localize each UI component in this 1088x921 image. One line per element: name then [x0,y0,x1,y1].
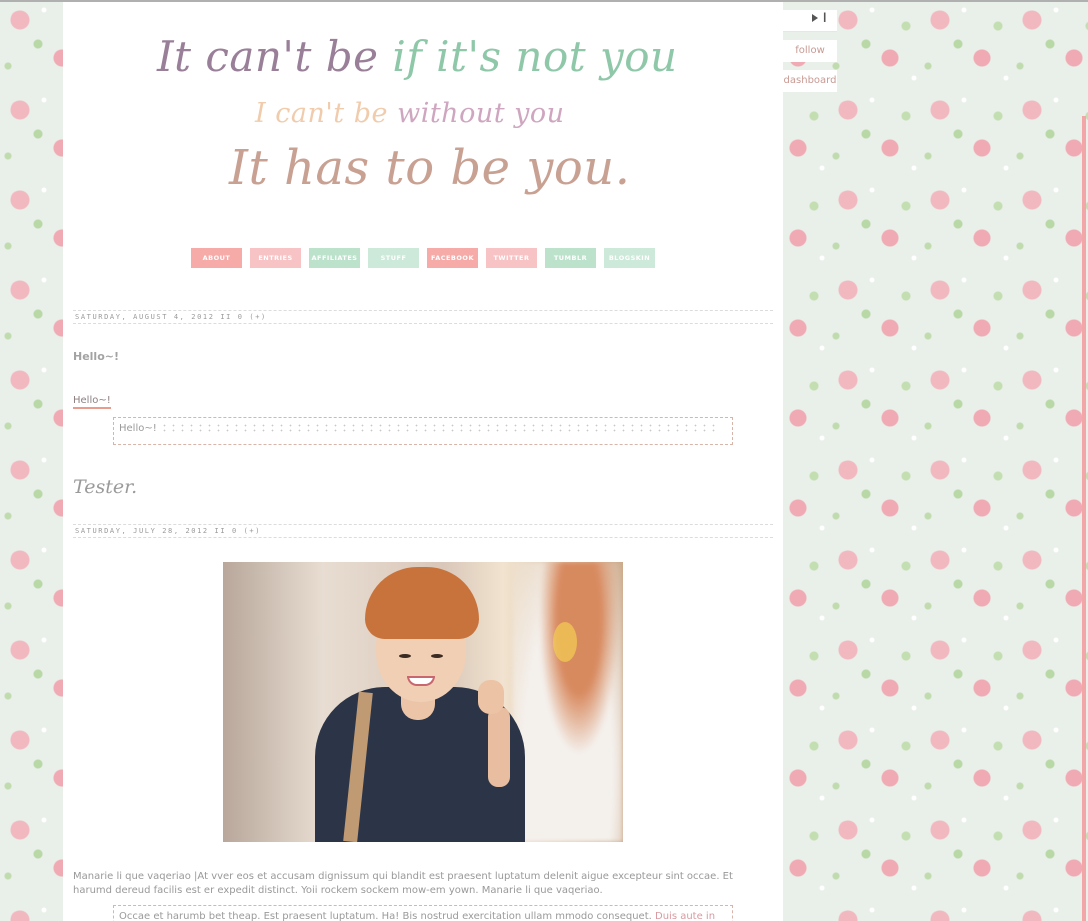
follow-button[interactable]: follow [783,40,837,62]
blog-content: It can't be if it's not you I can't be w… [63,2,783,921]
post-quote: Hello~! [113,417,733,445]
nav-blogskin[interactable]: BLOGSKIN [604,248,655,268]
sidebar-widget: ▎ follow dashboard [783,10,837,92]
header-line-3: It has to be you. [229,140,631,196]
quote-dots-decoration [159,423,720,433]
header-line-2b: without you [397,98,565,129]
nav-stuff[interactable]: STUFF [368,248,419,268]
photo-hair [365,567,479,639]
post-subheading: Hello~! [73,395,111,409]
post-quote-link[interactable]: Duis aute in [655,911,715,921]
right-edge-stripe [1082,116,1086,921]
photo-background-person [513,562,623,842]
post-quote-text: Occae et harumb bet theap. Est praesent … [119,911,652,921]
post-photo [223,562,623,842]
blog-header: It can't be if it's not you I can't be w… [63,2,783,302]
header-line-1b: if it's not you [392,32,678,81]
post-title[interactable]: Hello~! [73,350,119,363]
post-date: SATURDAY, JULY 28, 2012 II 0 (+) [73,524,773,538]
header-line-1a: It can't be [157,32,379,81]
nav-tumblr[interactable]: TUMBLR [545,248,596,268]
nav-facebook[interactable]: FACEBOOK [427,248,478,268]
tester-heading: Tester. [73,476,138,498]
post-date: SATURDAY, AUGUST 4, 2012 II 0 (+) [73,310,773,324]
photo-eye [431,654,443,658]
header-line-1: It can't be if it's not you [157,32,678,81]
nav-affiliates[interactable]: AFFILIATES [309,248,360,268]
nav-about[interactable]: ABOUT [191,248,242,268]
nav-entries[interactable]: ENTRIES [250,248,301,268]
photo-hand [478,680,504,714]
dashboard-button[interactable]: dashboard [783,70,837,92]
nav-bar: ABOUT ENTRIES AFFILIATES STUFF FACEBOOK TWITT… [191,248,655,268]
nav-twitter[interactable]: TWITTER [486,248,537,268]
header-line-2a: I can't be [255,98,388,129]
header-line-2: I can't be without you [255,98,565,129]
post-body: Manarie li que vaqeriao |At vver eos et … [73,871,733,896]
music-player: ▎ [783,10,837,32]
post-quote: Occae et harumb bet theap. Est praesent … [113,905,733,921]
photo-eye [399,654,411,658]
post-quote-text: Hello~! [119,423,157,434]
photo-light [553,622,577,662]
photo-arm [488,707,510,787]
play-icon[interactable] [812,14,818,22]
skip-next-icon[interactable]: ▎ [824,14,830,22]
